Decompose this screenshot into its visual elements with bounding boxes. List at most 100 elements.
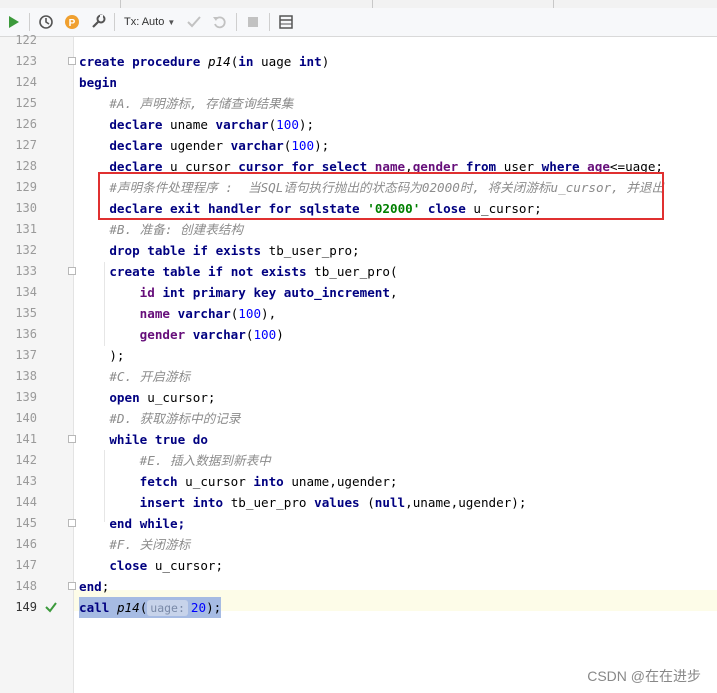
line-number: 128 [15,159,37,173]
keyword: insert [139,495,186,510]
keyword: key [253,285,277,300]
keyword: end [109,516,133,531]
code-text: declare u_cursor cursor for select name,… [79,156,663,177]
fold-marker-icon[interactable] [68,582,76,590]
column-name: name [139,306,171,321]
line-number: 124 [15,75,37,89]
identifier: ,uname,ugender); [405,495,527,510]
line-number: 144 [15,495,37,509]
code-text: #F. 关闭游标 [79,534,190,555]
comment: #B. 准备: 创建表结构 [109,222,243,237]
code-text: gender varchar(100) [139,327,284,342]
keyword: procedure [132,54,201,69]
identifier: ugender [162,138,231,153]
keyword: close [109,558,148,573]
code-line: 149 call p14(uage: 20); [0,597,717,618]
line-number: 147 [15,558,37,572]
punctuation: ( [359,495,375,510]
punctuation: , [389,285,398,300]
code-text: end while; [79,513,185,534]
line-number: 136 [15,327,37,341]
p-badge-text: P [69,18,76,29]
fold-marker-icon[interactable] [68,267,76,275]
punctuation: ) [276,327,284,342]
code-text: fetch u_cursor into uname,ugender; [79,471,398,492]
code-line: 131 #B. 准备: 创建表结构 [0,219,717,240]
line-number: 145 [15,516,37,530]
line-number: 131 [15,222,37,236]
fold-marker-icon[interactable] [68,519,76,527]
keyword: declare [109,138,163,153]
watermark: CSDN @在在进步 [587,668,701,684]
keyword: for [268,201,292,216]
chevron-down-icon: ▼ [167,17,176,27]
code-line: 123 create procedure p14(in uage int) [0,51,717,72]
tab-separator [120,0,121,8]
keyword: table [147,243,186,258]
code-line: 147 close u_cursor; [0,555,717,576]
line-number: 125 [15,96,37,110]
comment: #D. 获取游标中的记录 [109,411,241,426]
identifier: u_cursor [177,474,254,489]
line-number: 142 [15,453,37,467]
keyword: auto_increment [283,285,390,300]
keyword: sqlstate [298,201,360,216]
keyword: null [374,495,406,510]
fold-marker-icon[interactable] [68,57,76,65]
keyword: cursor [238,159,284,174]
code-text: #B. 准备: 创建表结构 [79,219,243,240]
column-name: id [139,285,155,300]
keyword: int [298,54,322,69]
identifier: uage [253,54,299,69]
code-text: create procedure p14(in uage int) [79,51,329,72]
code-text: id int primary key auto_increment, [79,282,398,303]
keyword: exists [215,243,262,258]
keyword: varchar [177,306,231,321]
code-line: 125 #A. 声明游标, 存储查询结果集 [0,93,717,114]
code-line: 140 #D. 获取游标中的记录 [0,408,717,429]
identifier: tb_user_pro; [261,243,360,258]
comment: #E. 插入数据到新表中 [139,453,271,468]
identifier: u_cursor [162,159,239,174]
keyword: exit [170,201,201,216]
code-text: #E. 插入数据到新表中 [79,450,271,471]
code-line: 126 declare uname varchar(100); [0,114,717,135]
code-line: 145 end while; [0,513,717,534]
keyword: select [321,159,368,174]
keyword: if [192,243,208,258]
procedure-name: p14 [207,54,231,69]
code-line: 138 #C. 开启游标 [0,366,717,387]
procedure-name: p14 [116,600,140,615]
toolbar-separator [236,13,238,31]
identifier: uname,ugender; [283,474,398,489]
code-text: end; [79,576,109,597]
code-line: 129 #声明条件处理程序 : 当SQL语句执行抛出的状态码为02000时, 将… [0,177,717,198]
code-text: begin [79,72,117,93]
fold-marker-icon[interactable] [68,435,76,443]
line-number: 138 [15,369,37,383]
line-number: 126 [15,117,37,131]
toolbar-separator [29,13,30,31]
number-literal: 100 [291,138,315,153]
code-line: 148 end; [0,576,717,597]
keyword: into [253,474,284,489]
line-number: 134 [15,285,37,299]
code-text: name varchar(100), [139,306,277,321]
keyword: varchar [215,117,269,132]
code-line: 142 #E. 插入数据到新表中 [0,450,717,471]
code-line: 122 [0,30,717,51]
punctuation: ); [206,600,222,615]
code-text: while true do [79,429,208,450]
code-text: drop table if exists tb_user_pro; [79,240,360,261]
code-text: create table if not exists tb_uer_pro( [79,261,398,282]
code-line: 124 begin [0,72,717,93]
executed-check-icon [45,602,57,613]
selected-statement: call p14(uage: 20); [79,597,222,618]
code-line: 127 declare ugender varchar(100); [0,135,717,156]
keyword: drop [109,243,140,258]
keyword: from [465,159,497,174]
code-text: #A. 声明游标, 存储查询结果集 [79,93,293,114]
identifier: tb_uer_pro( [306,264,398,279]
punctuation: ); [298,117,315,132]
code-text: ); [79,345,124,366]
